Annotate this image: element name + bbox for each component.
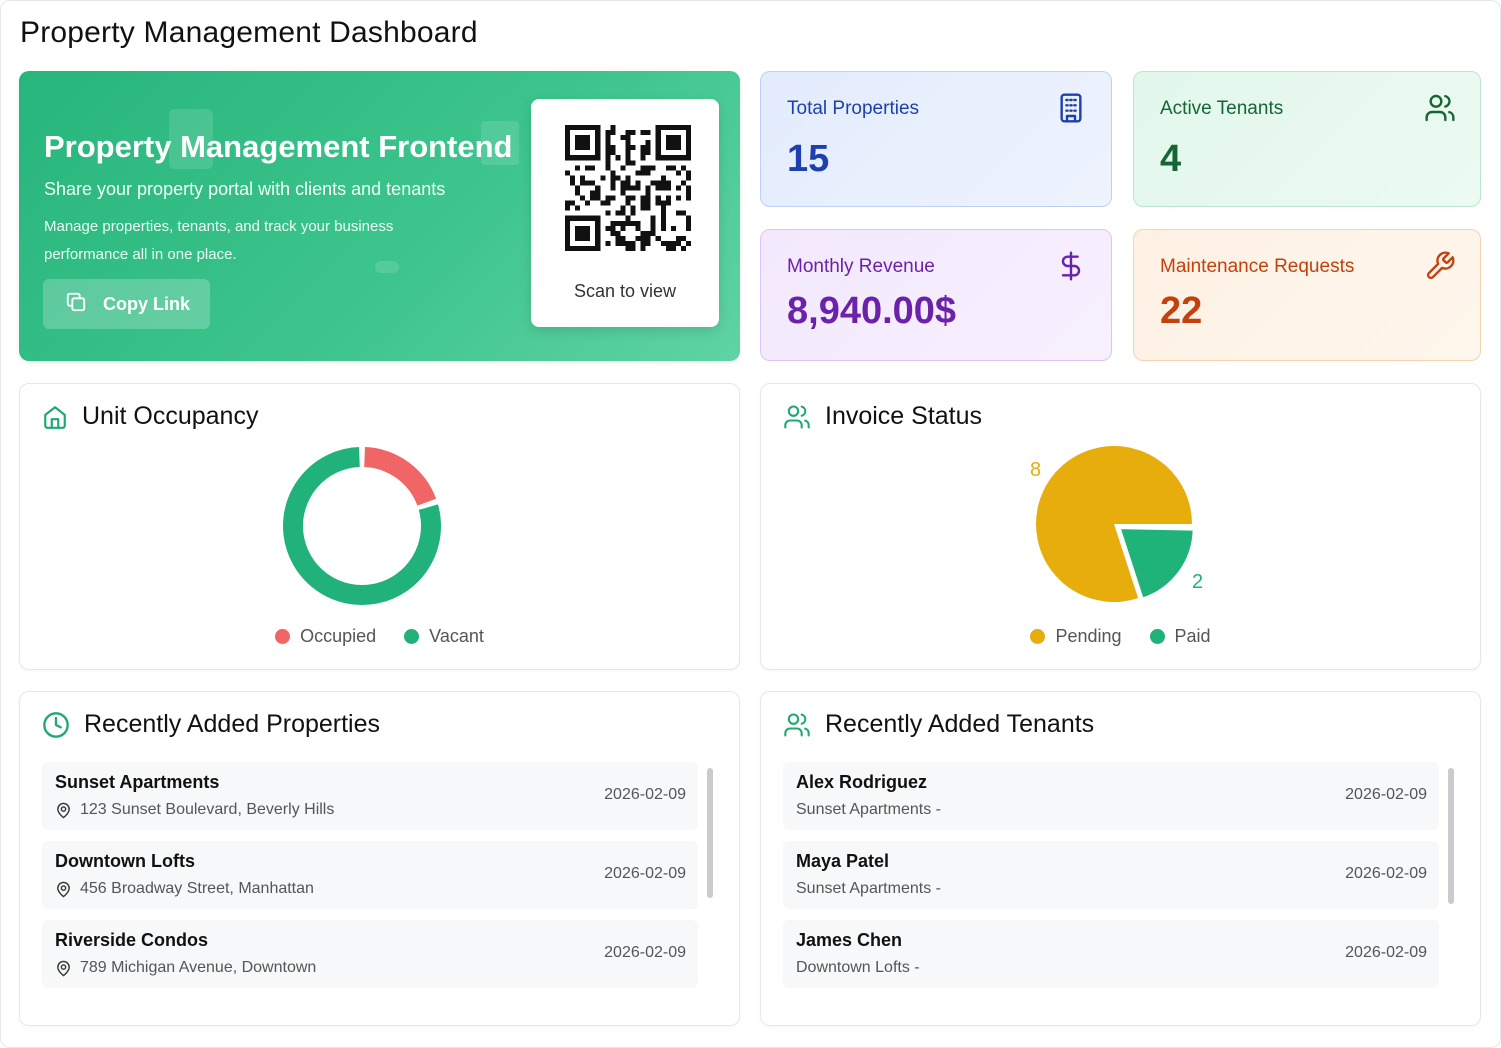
property-date: 2026-02-09 xyxy=(604,944,686,961)
properties-scrollbar[interactable] xyxy=(707,768,713,898)
legend-label: Pending xyxy=(1055,626,1122,646)
users-icon xyxy=(784,404,810,429)
legend-item-paid[interactable]: Paid xyxy=(1149,626,1211,647)
property-row[interactable]: Downtown Lofts 456 Broadway Street, Manh… xyxy=(42,841,698,909)
copy-link-button[interactable]: Copy Link xyxy=(43,279,210,329)
monthly-revenue-label: Monthly Revenue xyxy=(787,256,935,277)
hero-title: Property Management Frontend xyxy=(44,129,513,164)
tenant-property: Sunset Apartments - xyxy=(796,801,941,818)
active-tenants-value: 4 xyxy=(1160,138,1182,180)
tenant-date: 2026-02-09 xyxy=(1345,944,1427,961)
recent-tenants-title: Recently Added Tenants xyxy=(825,710,1095,738)
monthly-revenue-value: 8,940.00$ xyxy=(787,290,957,332)
invoice-legend: Pending Paid xyxy=(761,626,1480,647)
unit-occupancy-header: Unit Occupancy xyxy=(42,402,258,431)
tenant-row[interactable]: James Chen Downtown Lofts - 2026-02-09 xyxy=(783,920,1439,988)
pie-label-pending: 8 xyxy=(1030,459,1041,481)
invoice-status-panel: Invoice Status 82 Pending Paid xyxy=(760,383,1481,670)
property-row[interactable]: Riverside Condos 789 Michigan Avenue, Do… xyxy=(42,920,698,988)
total-properties-value: 15 xyxy=(787,138,830,180)
copy-icon xyxy=(65,291,87,318)
copy-link-label: Copy Link xyxy=(103,293,191,314)
recent-properties-header: Recently Added Properties xyxy=(42,710,380,739)
qr-label: Scan to view xyxy=(573,281,677,301)
property-row[interactable]: Sunset Apartments 123 Sunset Boulevard, … xyxy=(42,762,698,830)
tenant-name: James Chen xyxy=(796,930,903,950)
occupancy-legend: Occupied Vacant xyxy=(20,626,739,647)
legend-item-occupied[interactable]: Occupied xyxy=(275,626,376,647)
property-address-line: 123 Sunset Boulevard, Beverly Hills xyxy=(55,801,334,819)
invoice-status-header: Invoice Status xyxy=(783,402,982,431)
property-address: 789 Michigan Avenue, Downtown xyxy=(80,959,317,976)
tenant-row[interactable]: Maya Patel Sunset Apartments - 2026-02-0… xyxy=(783,841,1439,909)
tenant-property: Downtown Lofts - xyxy=(796,959,920,976)
users-icon xyxy=(784,712,810,737)
monthly-revenue-card[interactable]: Monthly Revenue 8,940.00$ xyxy=(760,229,1112,361)
recent-properties-panel: Recently Added Properties Sunset Apartme… xyxy=(19,691,740,1026)
home-icon xyxy=(44,405,66,429)
tenant-date: 2026-02-09 xyxy=(1345,786,1427,803)
active-tenants-card[interactable]: Active Tenants 4 xyxy=(1133,71,1481,207)
tenant-name: Alex Rodriguez xyxy=(796,772,928,792)
property-date: 2026-02-09 xyxy=(604,786,686,803)
active-tenants-label: Active Tenants xyxy=(1160,98,1284,119)
tenant-date: 2026-02-09 xyxy=(1345,865,1427,882)
legend-label: Paid xyxy=(1174,626,1211,646)
tenant-row[interactable]: Alex Rodriguez Sunset Apartments - 2026-… xyxy=(783,762,1439,830)
property-name: Riverside Condos xyxy=(55,930,209,950)
map-pin-icon xyxy=(57,960,70,976)
legend-item-vacant[interactable]: Vacant xyxy=(404,626,484,647)
tenants-scrollbar[interactable] xyxy=(1448,768,1454,904)
dollar-icon xyxy=(1061,251,1081,281)
unit-occupancy-panel: Unit Occupancy Occupied Vacant xyxy=(19,383,740,670)
hero-description: Manage properties, tenants, and track yo… xyxy=(44,218,394,263)
building-icon xyxy=(1060,93,1082,123)
property-address-line: 789 Michigan Avenue, Downtown xyxy=(55,959,316,977)
maintenance-requests-card[interactable]: Maintenance Requests 22 xyxy=(1133,229,1481,361)
hero-subtitle: Share your property portal with clients … xyxy=(44,179,446,199)
wrench-icon xyxy=(1426,251,1455,280)
legend-swatch xyxy=(1030,629,1046,644)
recent-properties-title: Recently Added Properties xyxy=(84,710,381,738)
map-pin-icon xyxy=(57,881,70,897)
property-address: 456 Broadway Street, Manhattan xyxy=(80,880,314,897)
tenant-property: Sunset Apartments - xyxy=(796,880,941,897)
share-portal-banner: Property Management Frontend Share your … xyxy=(19,71,740,361)
tenant-name: Maya Patel xyxy=(796,851,890,871)
occupancy-donut-chart[interactable] xyxy=(272,436,452,616)
legend-item-pending[interactable]: Pending xyxy=(1030,626,1122,647)
property-address-line: 456 Broadway Street, Manhattan xyxy=(55,880,314,898)
pie-label-paid: 2 xyxy=(1192,571,1203,593)
total-properties-card[interactable]: Total Properties 15 xyxy=(760,71,1112,207)
property-date: 2026-02-09 xyxy=(604,865,686,882)
invoice-pie-chart[interactable]: 82 xyxy=(982,434,1242,634)
qr-card[interactable]: Scan to view xyxy=(531,99,719,327)
maintenance-requests-label: Maintenance Requests xyxy=(1160,256,1355,277)
panel-footer xyxy=(761,990,1480,1025)
total-properties-label: Total Properties xyxy=(787,98,920,119)
panel-footer xyxy=(20,990,739,1025)
maintenance-requests-value: 22 xyxy=(1160,290,1203,332)
unit-occupancy-title: Unit Occupancy xyxy=(82,402,259,430)
users-icon xyxy=(1425,94,1455,122)
legend-swatch xyxy=(404,629,420,644)
legend-label: Occupied xyxy=(300,626,377,646)
recent-tenants-header: Recently Added Tenants xyxy=(783,710,1094,739)
clock-icon xyxy=(43,711,69,738)
property-name: Sunset Apartments xyxy=(55,772,220,792)
qr-code[interactable] xyxy=(565,125,691,251)
recent-tenants-panel: Recently Added Tenants Alex Rodriguez Su… xyxy=(760,691,1481,1026)
legend-swatch xyxy=(1149,629,1165,644)
legend-label: Vacant xyxy=(429,626,484,646)
recent-tenants-list[interactable]: Alex Rodriguez Sunset Apartments - 2026-… xyxy=(783,762,1439,999)
donut-slice-occupied[interactable] xyxy=(363,447,437,507)
property-address: 123 Sunset Boulevard, Beverly Hills xyxy=(80,801,335,818)
legend-swatch xyxy=(275,629,291,644)
page-title: Property Management Dashboard xyxy=(20,16,478,49)
map-pin-icon xyxy=(57,802,70,818)
invoice-status-title: Invoice Status xyxy=(825,402,983,430)
property-name: Downtown Lofts xyxy=(55,851,195,871)
recent-properties-list[interactable]: Sunset Apartments 123 Sunset Boulevard, … xyxy=(42,762,698,999)
